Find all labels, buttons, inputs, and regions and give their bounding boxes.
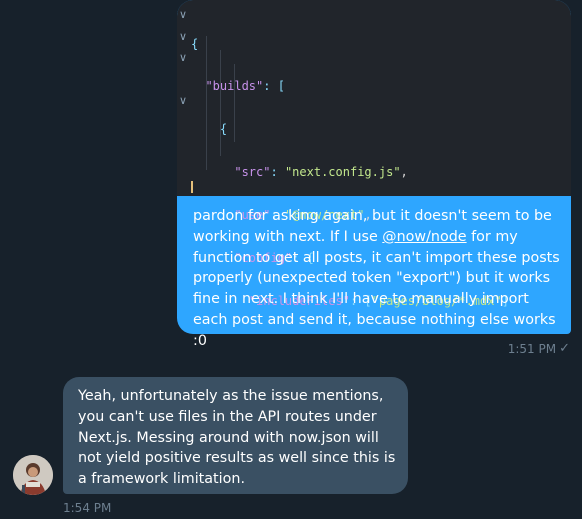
text-cursor <box>191 181 193 193</box>
mention-link[interactable]: @now/node <box>382 229 466 245</box>
code-line: "builds": [ <box>205 79 285 94</box>
incoming-message-text: Yeah, unfortunately as the issue mention… <box>78 388 396 488</box>
code-line: { <box>191 36 199 51</box>
fold-chevron-icon: ∨ <box>178 8 188 21</box>
code-line: "src": "next.config.js", <box>234 165 408 180</box>
incoming-message-bubble[interactable]: Yeah, unfortunately as the issue mention… <box>63 377 408 494</box>
fold-chevron-icon: ∨ <box>178 51 188 64</box>
code-screenshot-image[interactable]: ∨ ∨ ∨ ∨ { "builds": [ { "src": "next.con… <box>177 0 571 308</box>
avatar-image <box>13 455 53 495</box>
message-time: 1:51 PM <box>507 341 557 356</box>
incoming-message-time: 1:54 PM <box>63 501 112 515</box>
message-text-part: for my function to get all posts, it can… <box>193 228 560 349</box>
outgoing-message-text: pardon for asking again, but it doesn't … <box>193 206 567 352</box>
check-icon: ✓ <box>559 341 570 356</box>
fold-chevron-icon: ∨ <box>178 94 188 107</box>
fold-gutter: ∨ ∨ ∨ ∨ <box>177 0 191 196</box>
code-line: { <box>219 122 228 137</box>
outgoing-message-meta: 1:51 PM ✓ <box>508 341 570 356</box>
user-avatar[interactable] <box>13 455 53 495</box>
fold-chevron-icon: ∨ <box>178 30 188 43</box>
